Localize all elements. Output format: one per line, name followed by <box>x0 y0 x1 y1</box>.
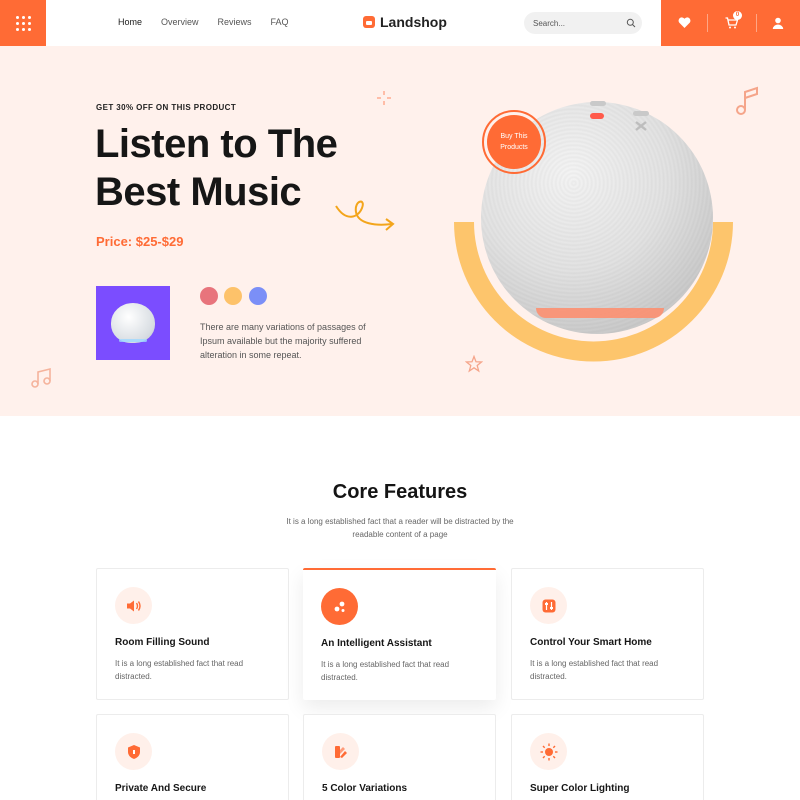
user-icon <box>772 17 784 29</box>
divider <box>707 14 708 32</box>
speaker-top-button <box>633 111 649 116</box>
hero-description: There are many variations of passages of… <box>200 322 366 360</box>
nav-faq[interactable]: FAQ <box>271 17 289 27</box>
brand-logo[interactable]: Landshop <box>363 14 447 30</box>
speaker-top-button <box>590 101 606 106</box>
wishlist-button[interactable] <box>674 13 694 33</box>
search-input[interactable] <box>524 12 642 34</box>
feature-card[interactable]: Room Filling Sound It is a long establis… <box>96 568 289 700</box>
speaker-icon <box>126 600 141 611</box>
hero-price: Price: $25-$29 <box>96 234 184 249</box>
color-swatch-yellow[interactable] <box>224 287 242 305</box>
feature-title: Room Filling Sound <box>115 637 210 648</box>
account-button[interactable] <box>768 13 788 33</box>
squiggle-arrow-icon <box>335 200 395 231</box>
feature-icon-wrap <box>322 733 359 770</box>
sliders-icon <box>542 599 555 612</box>
mute-cross-icon <box>635 121 647 131</box>
cart-count-badge: 0 <box>733 11 742 20</box>
feature-icon-wrap <box>115 587 152 624</box>
speaker-light-ring <box>536 308 664 318</box>
buy-product-label: Buy This Products <box>487 115 541 169</box>
feature-text: It is a long established fact that read … <box>530 659 659 681</box>
feature-card[interactable]: Private And Secure <box>96 714 289 800</box>
search-icon[interactable] <box>626 18 636 28</box>
heart-icon <box>678 17 690 28</box>
cart-button[interactable]: 0 <box>721 11 742 33</box>
grid-menu-icon <box>15 15 31 31</box>
sun-icon <box>540 743 557 760</box>
feature-title: An Intelligent Assistant <box>321 638 432 649</box>
music-note-icon <box>736 86 758 115</box>
feature-card[interactable]: An Intelligent Assistant It is a long es… <box>303 568 496 700</box>
shop-bag-icon <box>363 16 375 28</box>
feature-icon-wrap <box>530 733 567 770</box>
feature-card[interactable]: Super Color Lighting <box>511 714 704 800</box>
feature-text: It is a long established fact that read … <box>115 659 244 681</box>
shield-icon <box>127 744 140 759</box>
brand-name: Landshop <box>380 14 447 30</box>
nav-home[interactable]: Home <box>118 17 142 27</box>
feature-icon-wrap <box>115 733 152 770</box>
feature-title: Super Color Lighting <box>530 783 630 794</box>
palette-icon <box>334 745 347 758</box>
feature-title: Private And Secure <box>115 783 207 794</box>
music-notes-icon <box>31 367 51 388</box>
color-swatch-blue[interactable] <box>249 287 267 305</box>
header-actions: 0 <box>661 0 800 46</box>
hero-section: GET 30% OFF ON THIS PRODUCT Listen to Th… <box>0 46 800 416</box>
speaker-led <box>590 113 604 119</box>
section-title: Core Features <box>332 481 468 503</box>
product-thumbnail[interactable] <box>96 286 170 360</box>
feature-icon-wrap <box>530 587 567 624</box>
site-header: Home Overview Reviews FAQ Landshop 0 <box>0 0 800 46</box>
speaker-thumbnail-image <box>111 303 155 343</box>
feature-card[interactable]: 5 Color Variations <box>303 714 496 800</box>
color-swatch-red[interactable] <box>200 287 218 305</box>
sparkle-icon <box>377 91 391 105</box>
section-subtitle: It is a long established fact that a rea… <box>286 517 514 539</box>
assistant-icon <box>334 601 344 612</box>
menu-button[interactable] <box>0 0 46 46</box>
feature-title: 5 Color Variations <box>322 783 408 794</box>
feature-icon-wrap <box>321 588 358 625</box>
feature-text: It is a long established fact that read … <box>321 660 450 682</box>
nav-reviews[interactable]: Reviews <box>218 17 252 27</box>
divider <box>756 14 757 32</box>
main-nav: Home Overview Reviews FAQ <box>118 17 308 27</box>
buy-product-badge[interactable]: Buy This Products <box>482 110 546 174</box>
feature-title: Control Your Smart Home <box>530 637 652 648</box>
nav-overview[interactable]: Overview <box>161 17 199 27</box>
feature-card[interactable]: Control Your Smart Home It is a long est… <box>511 568 704 700</box>
hero-eyebrow: GET 30% OFF ON THIS PRODUCT <box>96 103 237 112</box>
